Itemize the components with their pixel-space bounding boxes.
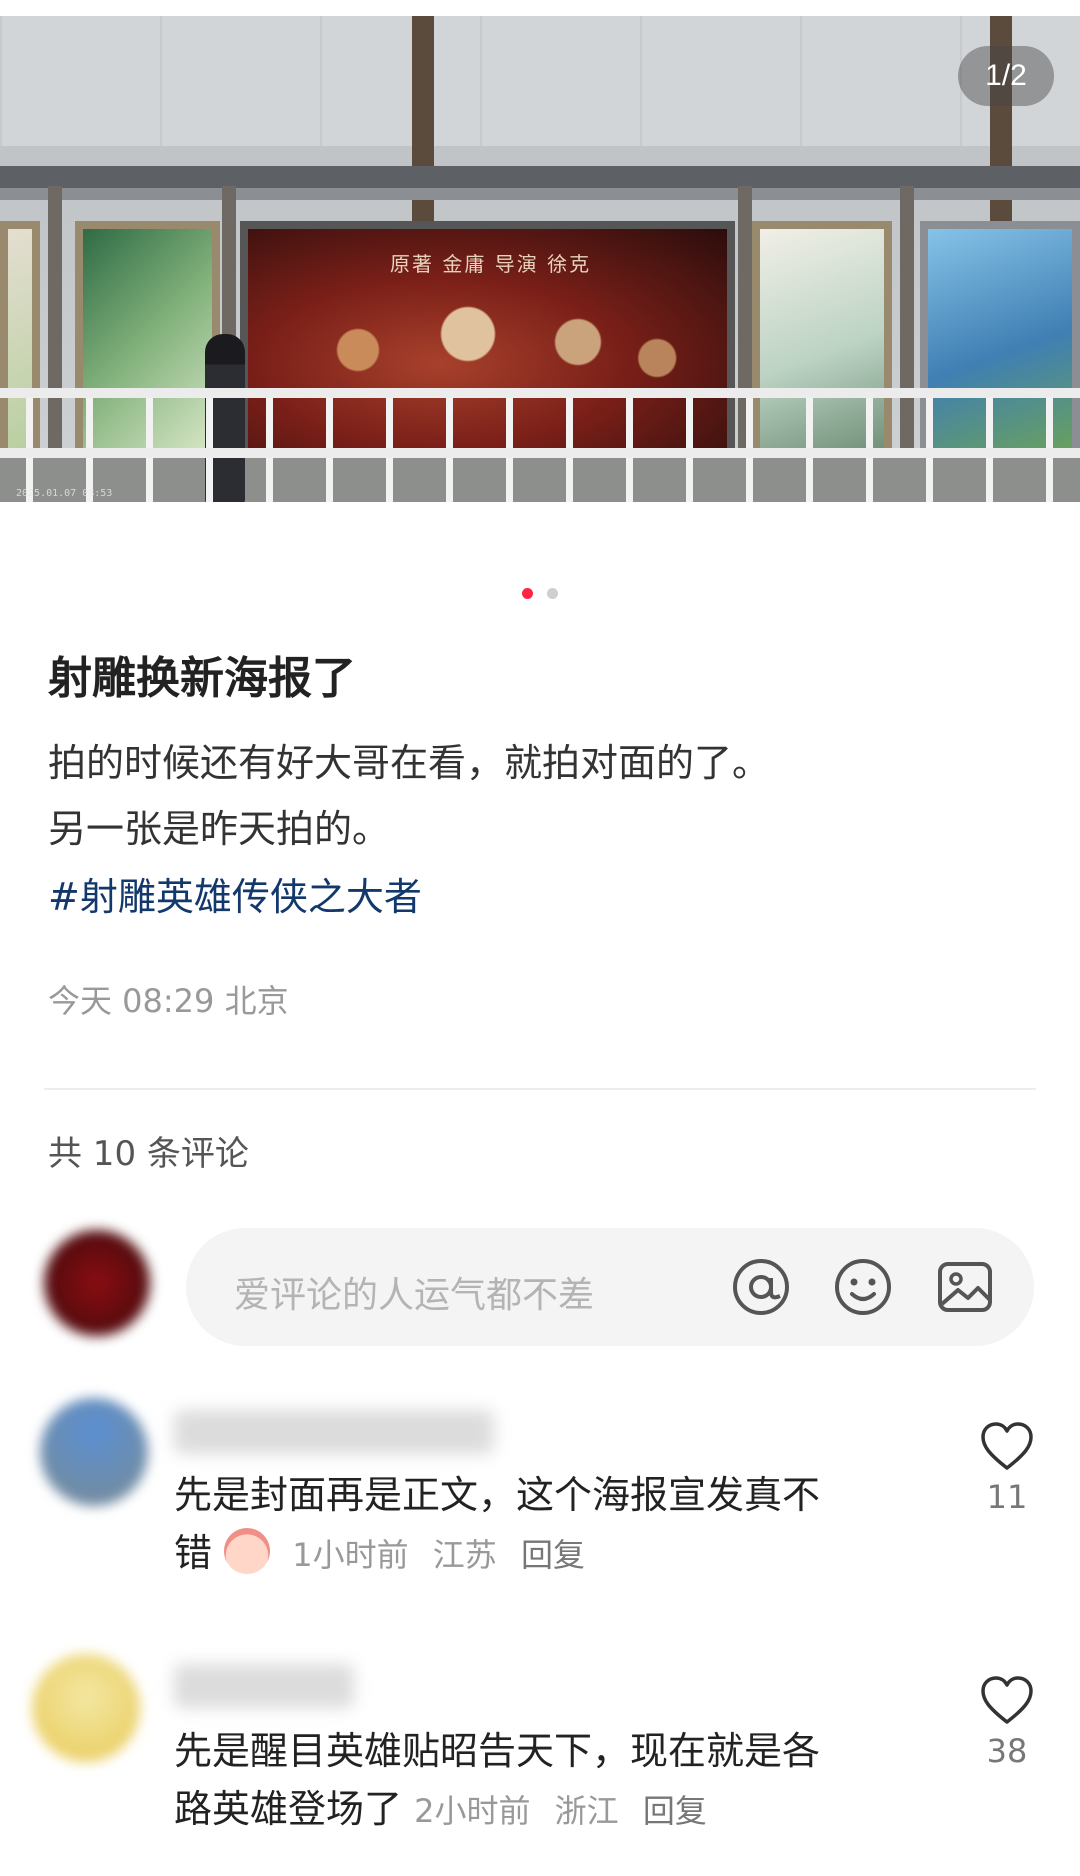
commenter-avatar[interactable] — [32, 1654, 140, 1762]
carousel-dot[interactable] — [546, 588, 558, 599]
divider — [44, 1088, 1036, 1090]
post-body-line: 拍的时候还有好大哥在看，就拍对面的了。 — [48, 741, 771, 785]
commenter-name[interactable] — [174, 1664, 354, 1708]
like-button[interactable]: 38 — [972, 1674, 1042, 1770]
photo-shelter-beam — [0, 188, 1080, 200]
photo-poster-text: 原著 金庸 导演 徐克 — [390, 252, 592, 276]
comment-time: 2小时前 — [414, 1792, 531, 1830]
my-avatar[interactable] — [44, 1230, 150, 1336]
comment-text: 先是醒目英雄贴昭告天下，现在就是各 — [174, 1729, 821, 1773]
photo-fence — [0, 388, 1080, 502]
post-title: 射雕换新海报了 — [48, 653, 356, 704]
photo-fence-rail — [0, 448, 1080, 458]
comment-text-line2: 错 1小时前 江苏 回复 — [174, 1524, 934, 1584]
like-count: 38 — [986, 1732, 1028, 1770]
like-button[interactable]: 11 — [972, 1420, 1042, 1516]
photo-wall — [0, 16, 1080, 146]
comment-text: 先是封面再是正文，这个海报宣发真不 — [174, 1473, 821, 1517]
comment-time: 1小时前 — [292, 1536, 409, 1574]
carousel-dot-active[interactable] — [522, 588, 534, 599]
comment-location: 江苏 — [432, 1536, 497, 1574]
commenter-avatar[interactable] — [40, 1398, 148, 1506]
reply-button[interactable]: 回复 — [643, 1792, 707, 1830]
comment-meta: 1小时前 江苏 回复 — [292, 1536, 599, 1574]
comment-meta: 2小时前 浙江 回复 — [414, 1792, 721, 1830]
image-counter: 1/2 — [958, 46, 1054, 106]
blushing-emoji-icon — [224, 1528, 271, 1574]
comment-text-line2: 路英雄登场了 2小时前 浙江 回复 — [174, 1780, 934, 1840]
heart-icon[interactable] — [979, 1420, 1035, 1472]
post-meta: 今天 08:29 北京 — [48, 982, 289, 1020]
photo-fence-rail — [0, 388, 1080, 398]
like-count: 11 — [986, 1478, 1028, 1516]
comment-count: 共 10 条评论 — [48, 1134, 249, 1174]
emoji-icon[interactable] — [832, 1256, 894, 1318]
comment-item: 先是醒目英雄贴昭告天下，现在就是各 路英雄登场了 2小时前 浙江 回复 — [174, 1722, 934, 1840]
carousel-indicator — [0, 584, 1080, 603]
comment-item: 先是封面再是正文，这个海报宣发真不 错 1小时前 江苏 回复 — [174, 1466, 934, 1584]
comment-text-cont: 路英雄登场了 — [174, 1787, 403, 1831]
post-image[interactable]: 原著 金庸 导演 徐克 2025.01.07 08:53 1/2 — [0, 16, 1080, 502]
at-icon[interactable] — [730, 1256, 792, 1318]
photo-timestamp: 2025.01.07 08:53 — [16, 488, 113, 499]
post-body-line: 另一张是昨天拍的。 — [48, 807, 391, 851]
image-icon[interactable] — [934, 1256, 996, 1318]
reply-button[interactable]: 回复 — [521, 1536, 585, 1574]
comment-input[interactable]: 爱评论的人运气都不差 — [186, 1228, 1034, 1346]
comment-input-placeholder: 爱评论的人运气都不差 — [234, 1275, 595, 1316]
heart-icon[interactable] — [979, 1674, 1035, 1726]
post-body: 拍的时候还有好大哥在看，就拍对面的了。 另一张是昨天拍的。 — [48, 730, 1038, 862]
photo-shelter-roof — [0, 166, 1080, 188]
post-hashtag[interactable]: #射雕英雄传侠之大者 — [48, 866, 422, 921]
commenter-name[interactable] — [174, 1410, 494, 1454]
comment-text-cont: 错 — [174, 1531, 213, 1575]
comment-location: 浙江 — [554, 1792, 619, 1830]
